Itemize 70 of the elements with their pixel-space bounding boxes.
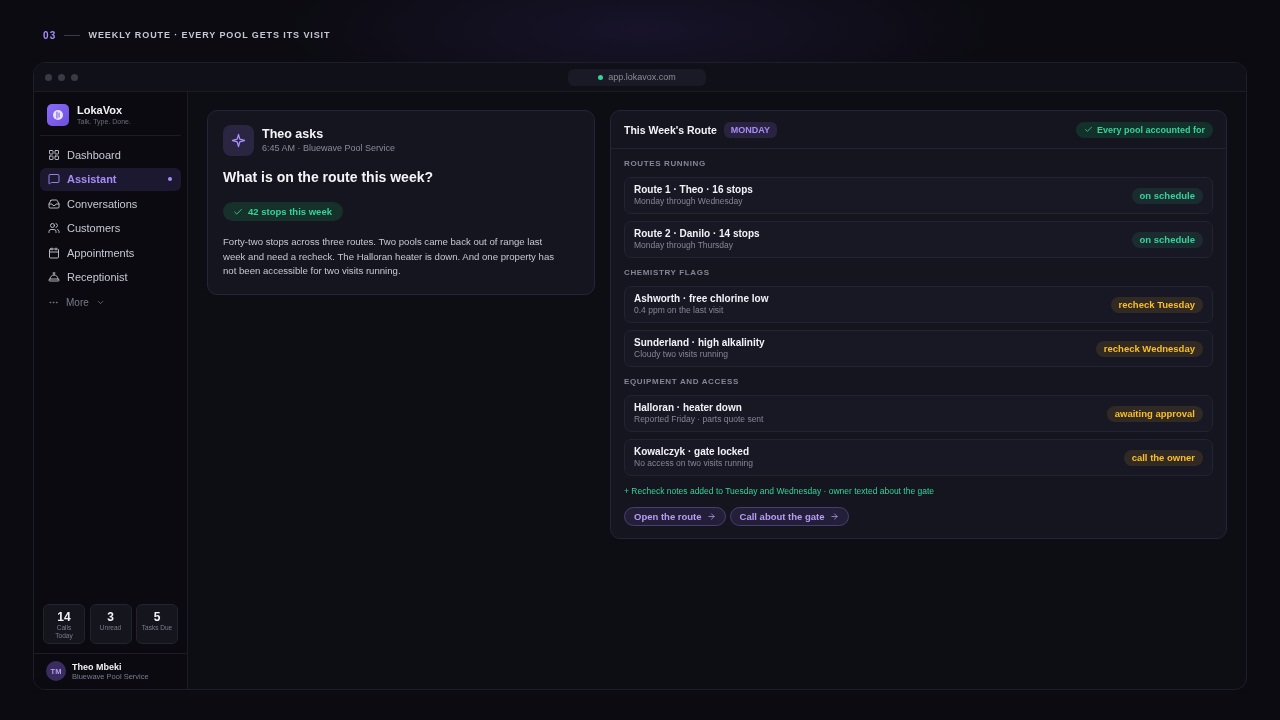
people-icon — [48, 222, 60, 235]
route-row[interactable]: Ashworth · free chlorine low 0.4 ppm on the last visit recheck Tuesday — [624, 286, 1213, 323]
status-tag: recheck Tuesday — [1110, 296, 1203, 313]
row-detail: Monday through Thursday — [634, 240, 735, 251]
nav-item[interactable]: Conversations — [40, 192, 181, 216]
stat-value: 5 — [153, 610, 161, 624]
route-row[interactable]: Route 1 · Theo · 16 stops Monday through Wednesday on schedule — [624, 177, 1213, 214]
asker-name: Theo asks — [262, 127, 325, 142]
route-row[interactable]: Route 2 · Danilo · 14 stops Monday through Thursday on schedule — [624, 221, 1213, 258]
nav-item[interactable]: Appointments — [40, 241, 181, 265]
arrow-right-icon — [706, 512, 716, 521]
nav-item[interactable]: Receptionist — [40, 265, 181, 289]
action-button[interactable]: Call about the gate — [729, 507, 849, 526]
stat-value: 3 — [107, 610, 114, 624]
check-icon — [1083, 125, 1093, 134]
question-meta: 6:45 AM · Bluewave Pool Service — [262, 143, 396, 154]
brand-name: LokaVox — [77, 104, 124, 117]
summary-text: Every pool accounted for — [1096, 124, 1205, 135]
status-tag: awaiting approval — [1106, 405, 1203, 422]
window-dot-icon[interactable] — [71, 73, 78, 81]
more-menu[interactable]: More — [40, 290, 113, 314]
section-heading: EQUIPMENT AND ACCESS — [624, 377, 740, 387]
question-text: What is on the route this week? — [223, 168, 435, 186]
section-heading: ROUTES RUNNING — [624, 159, 707, 169]
check-icon — [233, 206, 243, 217]
grid-icon — [48, 148, 60, 161]
nav-item[interactable]: Customers — [40, 216, 181, 240]
active-dot-icon — [168, 177, 172, 182]
update-note: + Recheck notes added to Tuesday and Wednesday · owner texted about the gate — [624, 486, 936, 497]
section-number: 03 — [43, 29, 57, 41]
user-name: Theo Mbeki — [72, 661, 123, 672]
section-heading: CHEMISTRY FLAGS — [624, 268, 711, 278]
arrow-right-icon — [829, 512, 839, 521]
card-title: This Week's Route — [624, 123, 717, 136]
inbox-icon — [48, 197, 60, 210]
window-dot-icon[interactable] — [45, 73, 52, 81]
day-tag: MONDAY — [723, 121, 777, 138]
bell-icon — [48, 271, 60, 284]
status-dot-icon — [598, 74, 604, 80]
section-title: WEEKLY ROUTE · EVERY POOL GETS ITS VISIT — [88, 30, 331, 40]
row-title: Route 1 · Theo · 16 stops — [634, 184, 753, 196]
status-tag: call the owner — [1123, 449, 1203, 466]
status-tag: on schedule — [1131, 231, 1203, 248]
status-tag: on schedule — [1131, 187, 1203, 204]
calendar-icon — [48, 246, 60, 259]
logo-icon — [47, 104, 69, 126]
row-detail: Cloudy two visits running — [634, 349, 729, 360]
row-detail: No access on two visits running — [634, 458, 754, 469]
row-detail: Reported Friday · parts quote sent — [634, 414, 764, 425]
row-title: Route 2 · Danilo · 14 stops — [634, 228, 760, 240]
action-button[interactable]: Open the route — [624, 507, 726, 526]
row-detail: 0.4 ppm on the last visit — [634, 305, 725, 316]
badge-text: 42 stops this week — [248, 206, 332, 217]
route-row[interactable]: Halloran · heater down Reported Friday · parts quote sent awaiting approval — [624, 395, 1213, 432]
answer-text: Forty-two stops across three routes. Two pools came back out of range last week and need a recheck. The Halloran heater is down. And one property has not been accessible for two visits running. — [223, 235, 555, 279]
chat-bubble-icon — [48, 173, 60, 186]
row-title: Ashworth · free chlorine low — [634, 293, 769, 305]
route-row[interactable]: Sunderland · high alkalinity Cloudy two visits running recheck Wednesday — [624, 330, 1213, 367]
address-bar[interactable]: app.lokavox.com — [568, 68, 706, 86]
row-detail: Monday through Wednesday — [634, 196, 744, 207]
row-title: Sunderland · high alkalinity — [634, 337, 765, 349]
stat-value: 14 — [57, 610, 71, 624]
status-tag: recheck Wednesday — [1095, 340, 1203, 357]
row-title: Halloran · heater down — [634, 402, 743, 414]
route-row[interactable]: Kowalczyk · gate locked No access on two visits running call the owner — [624, 439, 1213, 476]
row-title: Kowalczyk · gate locked — [634, 446, 751, 458]
window-dot-icon[interactable] — [58, 73, 65, 81]
nav-item[interactable]: Assistant — [40, 167, 181, 191]
sparkle-icon — [223, 125, 254, 156]
nav-item[interactable]: Dashboard — [40, 143, 181, 166]
